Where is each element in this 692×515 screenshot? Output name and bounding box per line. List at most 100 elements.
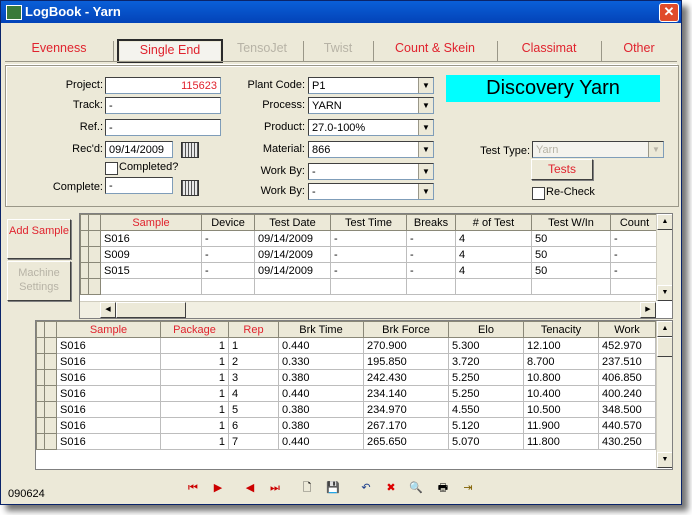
table-row[interactable]: S016 1 2 0.330 195.850 3.720 8.700 237.510 xyxy=(36,353,656,370)
cell[interactable]: 5 xyxy=(228,401,279,418)
cell[interactable] xyxy=(610,278,659,295)
delete-icon[interactable]: ✖ xyxy=(382,479,400,497)
cell[interactable]: - xyxy=(201,262,255,279)
cell[interactable]: 09/14/2009 xyxy=(254,246,331,263)
cell[interactable]: 10.800 xyxy=(523,369,599,386)
column-header[interactable]: Work xyxy=(598,321,656,338)
cell[interactable]: 406.850 xyxy=(598,369,656,386)
cell[interactable]: 452.970 xyxy=(598,337,656,354)
scroll-up-icon[interactable]: ▲ xyxy=(657,321,672,337)
track-field[interactable]: - xyxy=(105,97,221,114)
cell[interactable]: 1 xyxy=(160,353,229,370)
results-vertical-scrollbar[interactable]: ▲ ▼ xyxy=(656,321,672,468)
cell[interactable]: 6 xyxy=(228,417,279,434)
cell[interactable]: 10.500 xyxy=(523,401,599,418)
table-row[interactable]: S016 1 5 0.380 234.970 4.550 10.500 348.500 xyxy=(36,401,656,418)
cell[interactable] xyxy=(100,278,202,295)
cell[interactable]: 195.850 xyxy=(363,353,449,370)
cell[interactable]: 5.250 xyxy=(448,369,524,386)
cell[interactable]: S015 xyxy=(100,262,202,279)
recd-date-field[interactable]: 09/14/2009 xyxy=(105,141,173,158)
cell[interactable]: - xyxy=(406,262,456,279)
cell[interactable]: 2 xyxy=(228,353,279,370)
cell[interactable]: 440.570 xyxy=(598,417,656,434)
column-header[interactable]: Brk Force xyxy=(363,321,449,338)
add-sample-button[interactable]: Add Sample xyxy=(7,219,71,259)
cell[interactable]: S016 xyxy=(56,433,161,450)
recheck-checkbox[interactable] xyxy=(532,187,545,200)
cell[interactable]: 50 xyxy=(531,230,611,247)
cell[interactable]: 09/14/2009 xyxy=(254,230,331,247)
samples-horizontal-scrollbar[interactable]: ◀ ▶ xyxy=(80,301,656,318)
cell[interactable]: 5.250 xyxy=(448,385,524,402)
column-header[interactable]: Sample xyxy=(100,214,202,231)
chevron-down-icon[interactable]: ▼ xyxy=(418,164,433,179)
column-header[interactable]: Count xyxy=(610,214,659,231)
exit-icon[interactable]: ⇥ xyxy=(459,479,477,497)
chevron-down-icon[interactable]: ▼ xyxy=(418,120,433,135)
samples-vertical-scrollbar[interactable]: ▲ ▼ xyxy=(656,214,672,301)
column-header[interactable]: Rep xyxy=(228,321,279,338)
cell[interactable]: 0.380 xyxy=(278,369,364,386)
plant-code-dropdown[interactable]: P1 ▼ xyxy=(308,77,434,94)
scroll-down-icon[interactable]: ▼ xyxy=(657,285,672,301)
find-icon[interactable]: 🔍 xyxy=(407,479,425,497)
cell[interactable]: 400.240 xyxy=(598,385,656,402)
tab-evenness[interactable]: Evenness xyxy=(5,37,113,59)
table-row[interactable]: S016 1 6 0.380 267.170 5.120 11.900 440.570 xyxy=(36,417,656,434)
table-row[interactable]: S015-09/14/2009- -4 50- xyxy=(80,262,659,279)
cell[interactable]: 0.330 xyxy=(278,353,364,370)
cell[interactable]: 11.800 xyxy=(523,433,599,450)
cell[interactable]: 10.400 xyxy=(523,385,599,402)
cell[interactable]: S016 xyxy=(56,401,161,418)
cell[interactable]: S016 xyxy=(56,353,161,370)
cell[interactable]: 234.140 xyxy=(363,385,449,402)
cell[interactable]: 1 xyxy=(160,337,229,354)
cell[interactable]: 11.900 xyxy=(523,417,599,434)
scroll-right-icon[interactable]: ▶ xyxy=(640,302,656,318)
cell[interactable] xyxy=(201,278,255,295)
cell[interactable]: 4.550 xyxy=(448,401,524,418)
cell[interactable]: S016 xyxy=(56,337,161,354)
work-by-dropdown-2[interactable]: - ▼ xyxy=(308,183,434,200)
previous-record-icon[interactable]: ◀ xyxy=(241,479,259,497)
column-header[interactable]: Tenacity xyxy=(523,321,599,338)
cell[interactable]: 348.500 xyxy=(598,401,656,418)
cell[interactable]: - xyxy=(406,246,456,263)
cell[interactable]: S009 xyxy=(100,246,202,263)
cell[interactable]: 1 xyxy=(160,417,229,434)
chevron-down-icon[interactable]: ▼ xyxy=(418,142,433,157)
cell[interactable] xyxy=(531,278,611,295)
cell[interactable]: 242.430 xyxy=(363,369,449,386)
column-header[interactable]: Brk Time xyxy=(278,321,364,338)
column-header[interactable]: # of Test xyxy=(455,214,532,231)
scroll-thumb[interactable] xyxy=(116,302,186,318)
cell[interactable]: 1 xyxy=(160,433,229,450)
tab-classimat[interactable]: Classimat xyxy=(499,37,599,59)
tab-single-end[interactable]: Single End xyxy=(117,39,223,63)
cell[interactable]: - xyxy=(201,230,255,247)
first-record-icon[interactable]: ⏮ xyxy=(184,479,202,497)
cell[interactable]: 0.380 xyxy=(278,401,364,418)
completed-checkbox[interactable] xyxy=(105,162,118,175)
cell[interactable]: - xyxy=(330,246,407,263)
cell[interactable]: 0.440 xyxy=(278,433,364,450)
cell[interactable]: 50 xyxy=(531,262,611,279)
cell[interactable]: - xyxy=(330,262,407,279)
table-row[interactable]: S016 1 3 0.380 242.430 5.250 10.800 406.850 xyxy=(36,369,656,386)
chevron-down-icon[interactable]: ▼ xyxy=(418,184,433,199)
new-record-icon[interactable]: 🗋 xyxy=(298,479,316,497)
cell[interactable]: - xyxy=(610,246,659,263)
product-dropdown[interactable]: 27.0-100% ▼ xyxy=(308,119,434,136)
cell[interactable]: 4 xyxy=(228,385,279,402)
calendar-icon[interactable] xyxy=(181,142,199,158)
calendar-icon[interactable] xyxy=(181,180,199,196)
column-header[interactable]: Device xyxy=(201,214,255,231)
cell[interactable]: 0.440 xyxy=(278,337,364,354)
print-icon[interactable]: 🖶 xyxy=(434,479,452,497)
next-record-icon[interactable]: ▶ xyxy=(209,479,227,497)
column-header[interactable]: Elo xyxy=(448,321,524,338)
cell[interactable]: 4 xyxy=(455,230,532,247)
cell[interactable]: 5.120 xyxy=(448,417,524,434)
table-row[interactable] xyxy=(80,278,659,295)
